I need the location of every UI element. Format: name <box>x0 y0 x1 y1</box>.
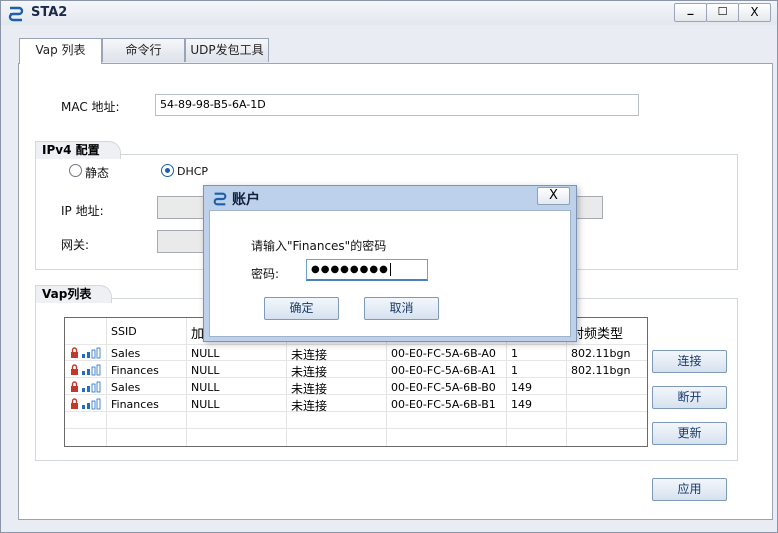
refresh-button[interactable]: 更新 <box>652 422 727 445</box>
gateway-label: 网关: <box>61 238 90 252</box>
lock-signal-icon <box>71 347 101 359</box>
col-radio-type[interactable]: 射频类型 <box>571 323 623 342</box>
cancel-button[interactable]: 取消 <box>364 297 439 320</box>
static-label: 静态 <box>85 166 110 180</box>
title-bar[interactable]: STA2 _ ☐ X <box>1 1 777 25</box>
password-label: 密码: <box>251 267 280 281</box>
dialog-body: 请输入"Finances"的密码 密码: ●●●●●●●● 确定 取消 <box>209 210 571 337</box>
password-prompt: 请输入"Finances"的密码 <box>251 239 387 253</box>
minimize-button[interactable]: _ <box>674 1 707 22</box>
window-title: STA2 <box>31 5 68 20</box>
mac-label: MAC 地址: <box>61 100 120 114</box>
col-ssid[interactable]: SSID <box>111 325 137 338</box>
account-dialog[interactable]: 账户 X 请输入"Finances"的密码 密码: ●●●●●●●● 确定 取消 <box>203 185 577 342</box>
ok-button[interactable]: 确定 <box>264 297 339 320</box>
dialog-title: 账户 <box>232 192 260 208</box>
dhcp-radio[interactable] <box>161 164 174 177</box>
maximize-button[interactable]: ☐ <box>706 3 739 22</box>
app-icon <box>213 192 227 206</box>
lock-signal-icon <box>71 398 101 410</box>
tab-udp-tool[interactable]: UDP发包工具 <box>185 38 269 62</box>
apply-button[interactable]: 应用 <box>652 478 727 501</box>
tab-command-line[interactable]: 命令行 <box>102 38 185 62</box>
connect-button[interactable]: 连接 <box>652 350 727 373</box>
app-icon <box>8 6 24 22</box>
dhcp-label: DHCP <box>177 165 209 178</box>
vap-group-title: Vap列表 <box>35 285 113 303</box>
ip-label: IP 地址: <box>61 204 104 218</box>
lock-signal-icon <box>71 364 101 376</box>
password-field[interactable]: ●●●●●●●● <box>306 259 428 281</box>
mac-field[interactable]: 54-89-98-B5-6A-1D <box>155 94 639 116</box>
close-button[interactable]: X <box>738 3 771 22</box>
tab-vap-list[interactable]: Vap 列表 <box>19 38 102 64</box>
ipv4-group-title: IPv4 配置 <box>35 141 121 159</box>
dialog-close-button[interactable]: X <box>537 187 570 205</box>
lock-signal-icon <box>71 381 101 393</box>
static-radio[interactable] <box>69 164 82 177</box>
disconnect-button[interactable]: 断开 <box>652 386 727 409</box>
